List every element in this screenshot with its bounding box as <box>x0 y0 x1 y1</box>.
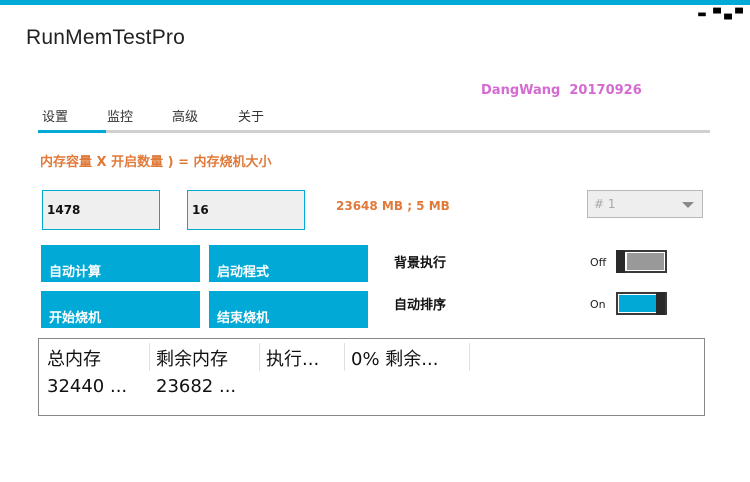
author-credit: DangWang 20170926 <box>481 83 642 98</box>
background-run-toggle-fill <box>627 253 664 270</box>
background-run-state: Off <box>590 256 607 269</box>
auto-sort-toggle-knob <box>656 292 665 315</box>
start-burn-button[interactable]: 开始烧机 <box>41 291 200 328</box>
table-cell-total: 32440 ... <box>47 376 128 397</box>
burn-size-result: 23648 MB ; 5 MB <box>336 199 450 213</box>
column-divider <box>259 343 260 371</box>
instance-select[interactable]: # 1 <box>587 190 703 218</box>
title-accent-bar <box>0 0 750 5</box>
column-header-remaining[interactable]: 0% 剩余... <box>351 345 438 371</box>
minimize-icon[interactable]: ▬ <box>694 8 710 22</box>
background-run-toggle[interactable] <box>616 250 667 273</box>
stop-burn-button[interactable]: 结束烧机 <box>209 291 368 328</box>
close-icon[interactable]: ▀ <box>731 8 747 22</box>
formula-label: 内存容量 X 开启数量 ) = 内存烧机大小 <box>40 155 272 170</box>
instance-select-value: # 1 <box>594 197 616 211</box>
background-run-label: 背景执行 <box>394 256 447 271</box>
tab-monitor[interactable]: 监控 <box>107 106 133 125</box>
stop-burn-label: 结束烧机 <box>217 311 270 326</box>
start-burn-label: 开始烧机 <box>49 311 102 326</box>
table-cell-free: 23682 ... <box>156 376 237 397</box>
auto-sort-label: 自动排序 <box>394 298 447 313</box>
column-divider <box>344 343 345 371</box>
tab-active-indicator <box>38 130 106 133</box>
auto-sort-toggle-fill <box>619 295 656 312</box>
tab-advanced[interactable]: 高级 <box>172 106 198 125</box>
auto-sort-toggle[interactable] <box>616 292 667 315</box>
tab-settings[interactable]: 设置 <box>42 106 68 125</box>
memory-capacity-input[interactable] <box>42 190 160 230</box>
tab-about[interactable]: 关于 <box>238 106 264 125</box>
tab-underline-track <box>38 130 710 133</box>
auto-calc-button[interactable]: 自动计算 <box>41 245 200 282</box>
column-header-total[interactable]: 总内存 <box>47 345 101 371</box>
chevron-down-icon <box>682 202 694 208</box>
column-header-free[interactable]: 剩余内存 <box>156 345 228 371</box>
start-program-label: 启动程式 <box>217 265 270 280</box>
column-divider <box>469 343 470 371</box>
memory-status-table: 总内存 剩余内存 执行... 0% 剩余... 32440 ... 23682 … <box>38 338 705 416</box>
column-divider <box>149 343 150 371</box>
column-header-running[interactable]: 执行... <box>266 345 319 371</box>
auto-calc-label: 自动计算 <box>49 265 102 280</box>
instance-count-input[interactable] <box>187 190 305 230</box>
auto-sort-state: On <box>590 298 606 311</box>
app-title: RunMemTestPro <box>26 26 185 49</box>
start-program-button[interactable]: 启动程式 <box>209 245 368 282</box>
background-run-toggle-knob <box>616 250 625 273</box>
